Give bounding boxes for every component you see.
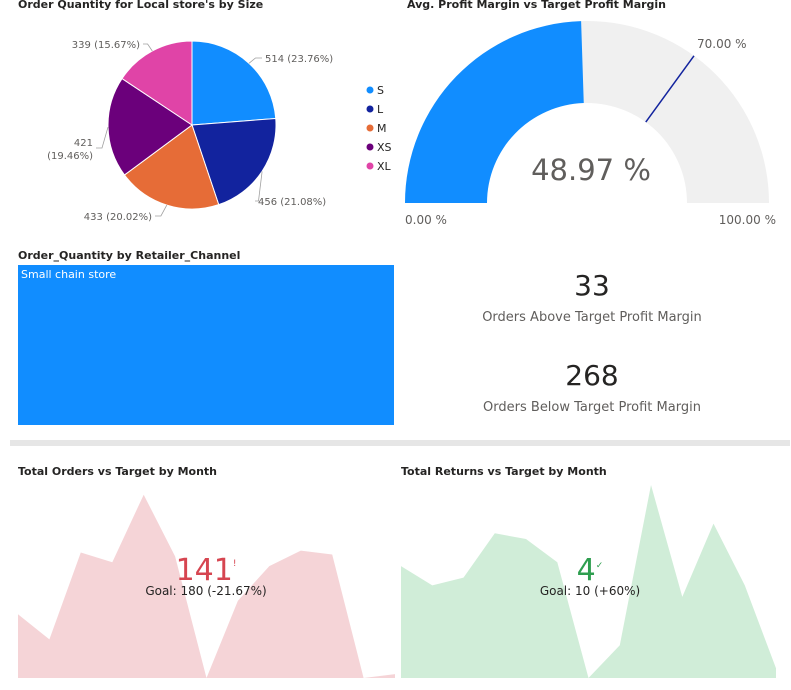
check-icon: ✓ (595, 561, 604, 571)
pie-leader-line-s (248, 57, 262, 64)
pie-chart-visual[interactable]: Order Quantity for Local store's by Size… (0, 0, 400, 235)
legend-label-xs[interactable]: XS (377, 141, 392, 154)
orders-kpi-value-row: 141! (0, 553, 412, 588)
legend-label-m[interactable]: M (377, 122, 387, 135)
pie-data-label-l: 456 (21.08%) (258, 197, 326, 208)
legend-label-xl[interactable]: XL (377, 160, 392, 173)
orders-goal-label: Goal: 180 (-21.67%) (145, 584, 267, 598)
returns-goal-label: Goal: 10 (+60%) (539, 584, 641, 598)
legend-label-l[interactable]: L (377, 103, 384, 116)
pie-leader-line-xl (143, 43, 153, 52)
gauge-max-label: 100.00 % (719, 213, 776, 227)
legend-marker-l (366, 105, 374, 113)
pie-leader-line-xs (96, 126, 109, 149)
returns-kpi-visual[interactable]: Total Returns vs Target by Month 4✓ Goal… (400, 455, 791, 690)
pie-data-label-xl: 339 (15.67%) (72, 40, 140, 51)
treemap-tile-small-chain-store[interactable]: Small chain store (18, 265, 394, 425)
pie-data-label-s: 514 (23.76%) (265, 54, 333, 65)
returns-kpi-value: 4 (576, 553, 596, 588)
orders-below-label: Orders Below Target Profit Margin (483, 400, 701, 415)
orders-below-value: 268 (565, 359, 619, 392)
pie-leader-line-m (155, 204, 168, 217)
orders-kpi-visual[interactable]: Total Orders vs Target by Month 141! Goa… (0, 455, 400, 690)
orders-kpi-value: 141 (175, 553, 233, 588)
treemap-title: Order_Quantity by Retailer_Channel (18, 249, 241, 262)
section-divider (10, 440, 790, 446)
pie-data-label-xs-pct: (19.46%) (47, 151, 93, 162)
treemap-tile-label: Small chain store (21, 268, 117, 281)
gauge-visual[interactable]: Avg. Profit Margin vs Target Profit Marg… (400, 0, 791, 235)
orders-above-label: Orders Above Target Profit Margin (482, 310, 702, 325)
pie-chart[interactable]: 514 (23.76%) 456 (21.08%) 433 (20.02%) 421 (… (0, 0, 400, 235)
legend-marker-xs (366, 143, 374, 151)
legend-marker-m (366, 124, 374, 132)
cards-visual: 33 Orders Above Target Profit Margin 268… (400, 245, 791, 435)
treemap-visual[interactable]: Order_Quantity by Retailer_Channel Small… (0, 245, 400, 430)
legend-marker-s (366, 86, 374, 94)
gauge-value-label: 48.97 % (531, 153, 651, 187)
gauge-target-label: 70.00 % (697, 37, 747, 51)
pie-data-label-m: 433 (20.02%) (84, 212, 152, 223)
gauge-min-label: 0.00 % (405, 213, 447, 227)
gauge-chart[interactable]: 70.00 % 48.97 % 0.00 % 100.00 % (400, 0, 791, 235)
pie-slice-s[interactable] (191, 40, 277, 126)
legend-marker-xl (366, 162, 374, 170)
pie-data-label-xs: 421 (74, 138, 93, 149)
orders-above-value: 33 (574, 269, 610, 302)
warning-icon: ! (232, 559, 237, 569)
legend-label-s[interactable]: S (377, 84, 384, 97)
returns-kpi-value-row: 4✓ (400, 553, 780, 588)
